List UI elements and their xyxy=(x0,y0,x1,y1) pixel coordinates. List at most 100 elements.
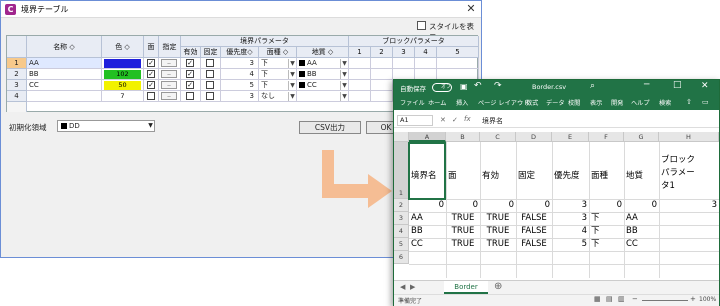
specify-button[interactable]: .. xyxy=(161,70,177,78)
close-icon[interactable]: ✕ xyxy=(463,2,479,16)
chevron-down-icon[interactable]: ▼ xyxy=(340,92,348,101)
ribbon-tab[interactable]: 開発 xyxy=(611,98,623,107)
number-cell[interactable]: 0 xyxy=(480,200,516,211)
name-cell[interactable]: CC xyxy=(27,80,102,91)
face-type-cell[interactable]: なし ▼ xyxy=(259,91,297,102)
share-icon[interactable]: ⇧ xyxy=(686,98,692,106)
save-icon[interactable]: ▣ xyxy=(460,82,468,91)
maximize-icon[interactable]: □ xyxy=(673,80,682,90)
column-header[interactable]: C xyxy=(480,132,516,142)
header-color[interactable]: 色 ◇ xyxy=(102,36,144,58)
face-type-cell[interactable]: 下 ▼ xyxy=(259,80,297,91)
name-cell[interactable]: BB xyxy=(27,69,102,80)
ribbon-tab[interactable]: 数式 xyxy=(526,98,538,107)
zoom-out-icon[interactable]: − xyxy=(632,295,638,303)
data-cell[interactable]: 下 xyxy=(589,239,624,250)
material-cell[interactable]: CC ▼ xyxy=(297,80,349,91)
material-cell[interactable]: ▼ xyxy=(297,91,349,102)
fixed-checkbox[interactable] xyxy=(206,70,214,78)
data-cell[interactable]: BB xyxy=(409,226,446,237)
block-param-cell[interactable] xyxy=(393,58,415,69)
fixed-checkbox[interactable] xyxy=(206,92,214,100)
header-cell[interactable]: 面 xyxy=(446,170,480,183)
block-param-cell[interactable] xyxy=(371,91,393,102)
block-param-cell[interactable] xyxy=(349,69,371,80)
page-break-icon[interactable]: ▥ xyxy=(618,295,625,303)
comment-icon[interactable]: ▭ xyxy=(702,98,709,106)
valid-checkbox[interactable]: ✓ xyxy=(186,70,194,78)
zoom-in-icon[interactable]: + xyxy=(690,295,696,303)
normal-view-icon[interactable]: ▦ xyxy=(594,295,601,303)
header-cell[interactable]: 固定 xyxy=(516,170,552,183)
ribbon-tab[interactable]: ページ レイアウト xyxy=(478,98,529,107)
ribbon-tab[interactable]: ヘルプ xyxy=(631,98,650,107)
data-cell[interactable]: 4 xyxy=(552,226,589,237)
ribbon-tab[interactable]: 挿入 xyxy=(456,98,468,107)
priority-cell[interactable]: 5 xyxy=(221,80,259,91)
minimize-icon[interactable]: ─ xyxy=(644,80,649,90)
column-header[interactable]: E xyxy=(552,132,589,142)
valid-checkbox[interactable]: ✓ xyxy=(186,81,194,89)
number-cell[interactable]: 0 xyxy=(446,200,480,211)
specify-button[interactable]: .. xyxy=(161,92,177,100)
chevron-down-icon[interactable]: ▼ xyxy=(340,70,348,79)
name-box[interactable]: A1 xyxy=(397,115,433,126)
formula-value[interactable]: 境界名 xyxy=(482,116,503,126)
face-type-cell[interactable]: 下 ▼ xyxy=(259,69,297,80)
data-cell[interactable]: AA xyxy=(624,213,659,224)
data-cell[interactable]: TRUE xyxy=(480,226,516,237)
header-cell[interactable]: 有効 xyxy=(480,170,516,183)
csv-export-button[interactable]: CSV出力 xyxy=(299,121,361,134)
data-cell[interactable]: TRUE xyxy=(480,213,516,224)
ribbon-tab[interactable]: 校閲 xyxy=(568,98,580,107)
data-cell[interactable]: 下 xyxy=(589,226,624,237)
header-cell[interactable]: ブロック パラメー タ1 xyxy=(659,154,719,193)
face-checkbox[interactable]: ✓ xyxy=(147,59,155,67)
block-param-cell[interactable] xyxy=(371,80,393,91)
column-header[interactable]: G xyxy=(624,132,659,142)
row-header[interactable]: 6 xyxy=(394,251,409,264)
fixed-checkbox[interactable] xyxy=(206,81,214,89)
number-cell[interactable]: 0 xyxy=(624,200,659,211)
header-face-type[interactable]: 面種 ◇ xyxy=(259,47,297,58)
block-param-cell[interactable] xyxy=(437,58,479,69)
ribbon-tab[interactable]: 表示 xyxy=(590,98,602,107)
face-checkbox[interactable]: ✓ xyxy=(147,70,155,78)
chevron-down-icon[interactable]: ▼ xyxy=(288,70,296,79)
prev-sheet-icon[interactable]: ◀ xyxy=(400,283,405,291)
color-cell[interactable] xyxy=(102,58,144,69)
column-header[interactable]: F xyxy=(589,132,624,142)
specify-button[interactable]: .. xyxy=(161,81,177,89)
valid-checkbox[interactable] xyxy=(186,92,194,100)
row-header[interactable]: 4 xyxy=(394,225,409,238)
row-number[interactable]: 3 xyxy=(7,80,27,91)
data-cell[interactable]: TRUE xyxy=(480,239,516,250)
column-header[interactable]: B xyxy=(446,132,480,142)
header-material[interactable]: 地質 ◇ xyxy=(297,47,349,58)
block-param-cell[interactable] xyxy=(371,69,393,80)
chevron-down-icon[interactable]: ▼ xyxy=(340,59,348,68)
data-cell[interactable]: 3 xyxy=(552,213,589,224)
face-type-cell[interactable]: 下 ▼ xyxy=(259,58,297,69)
header-name[interactable]: 名称 ◇ xyxy=(27,36,102,58)
ribbon-tab[interactable]: ホーム xyxy=(428,98,446,107)
specify-button[interactable]: .. xyxy=(161,59,177,67)
cancel-icon[interactable]: ✕ xyxy=(440,116,446,124)
valid-checkbox[interactable]: ✓ xyxy=(186,59,194,67)
data-cell[interactable]: FALSE xyxy=(516,239,552,250)
chevron-down-icon[interactable]: ▼ xyxy=(146,120,155,132)
chevron-down-icon[interactable]: ▼ xyxy=(288,92,296,101)
color-cell[interactable]: 7 xyxy=(102,91,144,102)
number-cell[interactable]: 0 xyxy=(589,200,624,211)
priority-cell[interactable]: 3 xyxy=(221,91,259,102)
add-sheet-icon[interactable]: ⊕ xyxy=(494,281,502,292)
data-cell[interactable]: AA xyxy=(409,213,446,224)
column-header[interactable]: D xyxy=(516,132,552,142)
select-all-corner[interactable] xyxy=(394,132,409,142)
material-cell[interactable]: BB ▼ xyxy=(297,69,349,80)
ribbon-tab[interactable]: データ xyxy=(546,98,565,107)
data-cell[interactable]: 下 xyxy=(589,213,624,224)
column-header[interactable]: A xyxy=(409,132,446,142)
fixed-checkbox[interactable] xyxy=(206,59,214,67)
data-cell[interactable]: FALSE xyxy=(516,226,552,237)
